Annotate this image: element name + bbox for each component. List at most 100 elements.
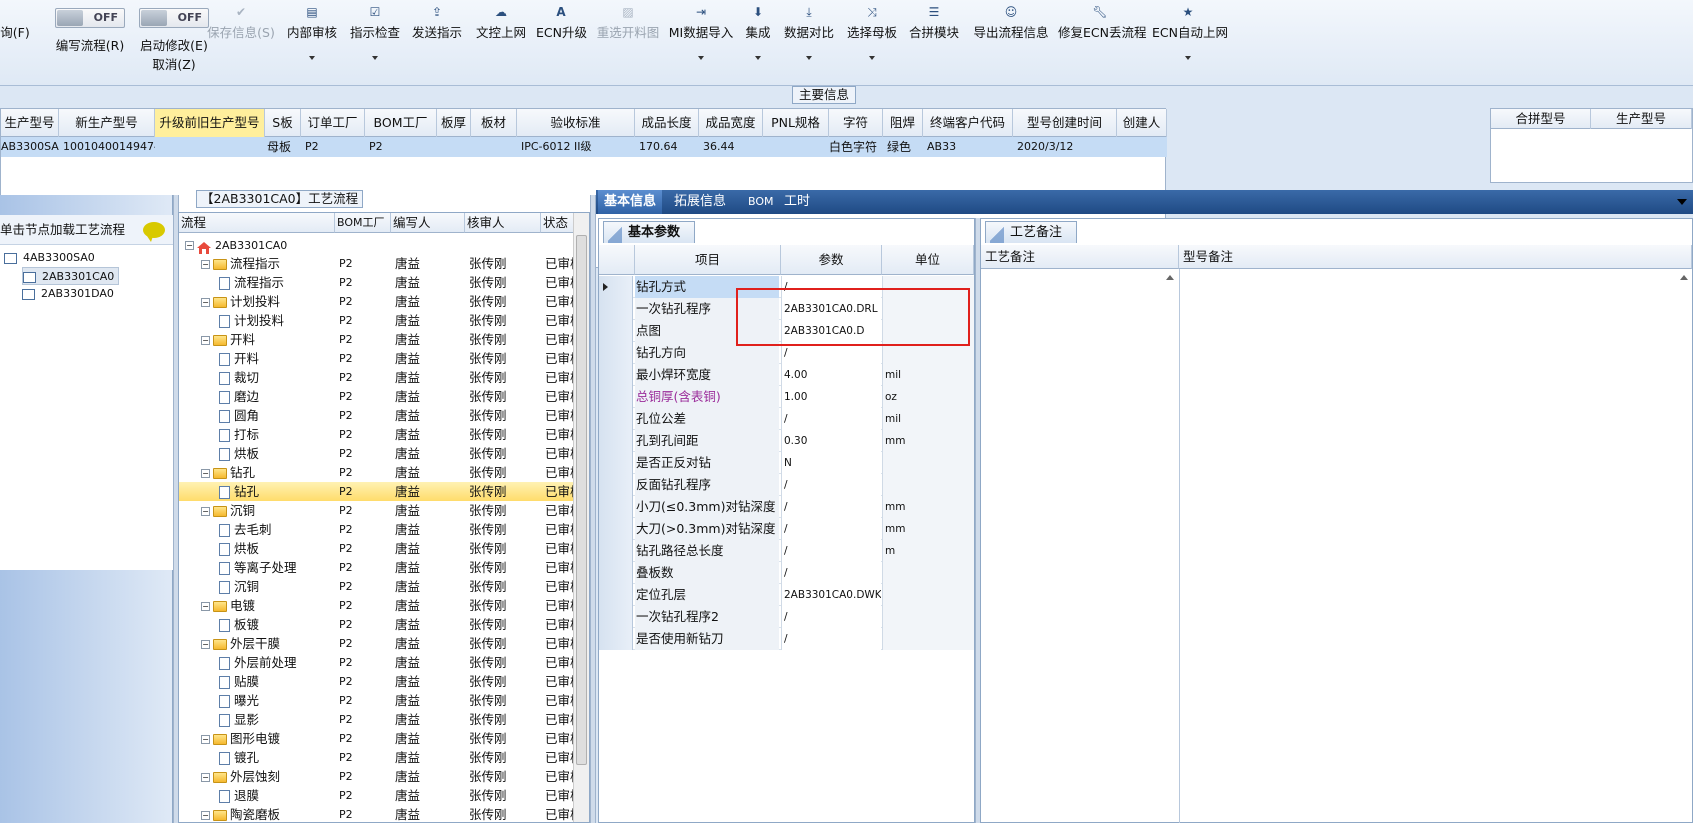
table-row[interactable]: − 外层干膜 P2 唐益 张传刚 已审核 (179, 634, 574, 653)
table-row[interactable]: 磨边 P2 唐益 张传刚 已审核 (179, 387, 574, 406)
row-header[interactable] (599, 320, 633, 342)
param-value-field[interactable]: N (781, 452, 881, 474)
table-row[interactable]: 孔到孔间距 0.30 mm (599, 430, 974, 452)
table-row[interactable]: 显影 P2 唐益 张传刚 已审核 (179, 710, 574, 729)
table-row[interactable]: 孔位公差 / mil (599, 408, 974, 430)
table-row[interactable]: 去毛刺 P2 唐益 张传刚 已审核 (179, 520, 574, 539)
table-row[interactable]: − 电镀 P2 唐益 张传刚 已审核 (179, 596, 574, 615)
row-header[interactable] (599, 430, 633, 452)
tab-extended-info[interactable]: 拓展信息 (668, 190, 732, 214)
param-value-field[interactable]: / (781, 474, 881, 496)
table-row[interactable]: 叠板数 / (599, 562, 974, 584)
param-value-field[interactable]: 1.00 (781, 386, 881, 408)
table-row[interactable]: − 钻孔 P2 唐益 张传刚 已审核 (179, 463, 574, 482)
col-process-remark[interactable]: 工艺备注 (981, 245, 1179, 269)
table-row[interactable]: 退膜 P2 唐益 张传刚 已审核 (179, 786, 574, 805)
reselect-cut-drawing-button[interactable]: ▨ 重选开料图 (594, 0, 662, 86)
table-row[interactable]: − 计划投料 P2 唐益 张传刚 已审核 (179, 292, 574, 311)
col-character[interactable]: 字符 (829, 109, 883, 137)
col-author[interactable]: 编写人 (391, 213, 465, 233)
table-row[interactable]: 流程指示 P2 唐益 张传刚 已审核 (179, 273, 574, 292)
query-menu-button[interactable]: 询(F) (0, 0, 30, 86)
send-instruction-button[interactable]: ⇪ 发送指示 (410, 0, 464, 86)
col-bom-factory[interactable]: BOM工厂 (335, 213, 391, 233)
table-row[interactable]: 是否正反对钻 N (599, 452, 974, 474)
table-row[interactable]: 最小焊环宽度 4.00 mil (599, 364, 974, 386)
collapse-icon[interactable]: − (185, 241, 194, 250)
col-width[interactable]: 成品宽度 (699, 109, 763, 137)
table-row[interactable]: − 流程指示 P2 唐益 张传刚 已审核 (179, 254, 574, 273)
merge-module-button[interactable]: ☰ 合拼模块 (908, 0, 960, 86)
col-creator[interactable]: 创建人 (1117, 109, 1167, 137)
table-row[interactable]: − 外层蚀刻 P2 唐益 张传刚 已审核 (179, 767, 574, 786)
table-row[interactable]: 镀孔 P2 唐益 张传刚 已审核 (179, 748, 574, 767)
table-row[interactable]: − 沉铜 P2 唐益 张传刚 已审核 (179, 501, 574, 520)
col-customer[interactable]: 终端客户代码 (923, 109, 1013, 137)
row-header[interactable] (599, 562, 633, 584)
row-header[interactable] (599, 276, 633, 298)
table-row[interactable]: 总铜厚(含表铜) 1.00 oz (599, 386, 974, 408)
table-row[interactable]: − 开料 P2 唐益 张传刚 已审核 (179, 330, 574, 349)
table-row[interactable]: 定位孔层 2AB3301CA0.DWK (599, 584, 974, 606)
table-row[interactable]: − 图形电镀 P2 唐益 张传刚 已审核 (179, 729, 574, 748)
table-row[interactable]: 沉铜 P2 唐益 张传刚 已审核 (179, 577, 574, 596)
process-scrollbar[interactable] (573, 213, 589, 822)
table-row[interactable]: 曝光 P2 唐益 张传刚 已审核 (179, 691, 574, 710)
collapse-icon[interactable]: − (201, 336, 210, 345)
row-header[interactable] (599, 606, 633, 628)
table-row[interactable]: 开料 P2 唐益 张传刚 已审核 (179, 349, 574, 368)
col-solder[interactable]: 阻焊 (883, 109, 923, 137)
ecn-upgrade-button[interactable]: A ECN升级 (536, 0, 587, 86)
row-header[interactable] (599, 408, 633, 430)
table-row[interactable]: 打标 P2 唐益 张传刚 已审核 (179, 425, 574, 444)
col-reviewer[interactable]: 核审人 (465, 213, 541, 233)
collapse-icon[interactable]: − (201, 507, 210, 516)
collapse-icon[interactable]: − (201, 260, 210, 269)
tab-basic-params[interactable]: 基本参数 (603, 221, 696, 243)
col-old-model[interactable]: 升级前旧生产型号 (155, 109, 265, 137)
col-thickness[interactable]: 板厚 (437, 109, 471, 137)
param-value-field[interactable]: / (781, 408, 881, 430)
col-new-model[interactable]: 新生产型号 (59, 109, 155, 137)
integrate-button[interactable]: ⬇ 集成 (740, 0, 776, 86)
param-value-field[interactable]: / (781, 518, 881, 540)
table-row[interactable]: 计划投料 P2 唐益 张传刚 已审核 (179, 311, 574, 330)
row-header[interactable] (599, 386, 633, 408)
scrollbar-thumb[interactable] (576, 235, 587, 765)
col-pnl[interactable]: PNL规格 (763, 109, 829, 137)
table-row[interactable]: 钻孔 P2 唐益 张传刚 已审核 (179, 482, 574, 501)
select-mother-board-button[interactable]: ⤨ 选择母板 (846, 0, 898, 86)
col-material[interactable]: 板材 (471, 109, 517, 137)
table-row[interactable]: 大刀(>0.3mm)对钻深度 / mm (599, 518, 974, 540)
col-merge-prod-model[interactable]: 生产型号 (1591, 109, 1692, 129)
collapse-icon[interactable]: − (201, 469, 210, 478)
edit-flow-toggle[interactable]: OFF (55, 8, 125, 28)
internal-review-button[interactable]: ▤ 内部审核 (284, 0, 340, 86)
tab-menu-arrow-icon[interactable] (1677, 199, 1687, 205)
collapse-icon[interactable]: − (201, 298, 210, 307)
mi-import-button[interactable]: ⇥ MI数据导入 (668, 0, 734, 86)
row-header[interactable] (599, 342, 633, 364)
param-value-field[interactable]: / (781, 606, 881, 628)
param-value-field[interactable]: 4.00 (781, 364, 881, 386)
export-flow-button[interactable]: ☺ 导出流程信息 (972, 0, 1050, 86)
middle-splitter[interactable] (590, 195, 596, 823)
table-row[interactable]: 圆角 P2 唐益 张传刚 已审核 (179, 406, 574, 425)
param-value-field[interactable]: / (781, 540, 881, 562)
param-value-field[interactable]: 2AB3301CA0.DWK (781, 584, 881, 606)
table-row[interactable]: 烘板 P2 唐益 张传刚 已审核 (179, 539, 574, 558)
process-root-row[interactable]: − 2AB3301CA0 (179, 235, 574, 254)
save-info-button[interactable]: ✔ 保存信息(S) (202, 0, 280, 86)
param-value-field[interactable]: 0.30 (781, 430, 881, 452)
data-compare-button[interactable]: ⤓ 数据对比 (782, 0, 836, 86)
collapse-icon[interactable]: − (201, 602, 210, 611)
row-header[interactable] (599, 298, 633, 320)
table-row[interactable]: AB3300SA0 10010400149474 母板 P2 P2 IPC-60… (1, 137, 1167, 157)
row-header[interactable] (599, 364, 633, 386)
tree-node-2AB3301DA0[interactable]: 2AB3301DA0 (22, 285, 114, 303)
row-header[interactable] (599, 496, 633, 518)
instruction-check-button[interactable]: ☑ 指示检查 (348, 0, 402, 86)
col-created[interactable]: 型号创建时间 (1013, 109, 1117, 137)
table-row[interactable]: 等离子处理 P2 唐益 张传刚 已审核 (179, 558, 574, 577)
tab-work-hours[interactable]: 工时 (778, 190, 816, 214)
